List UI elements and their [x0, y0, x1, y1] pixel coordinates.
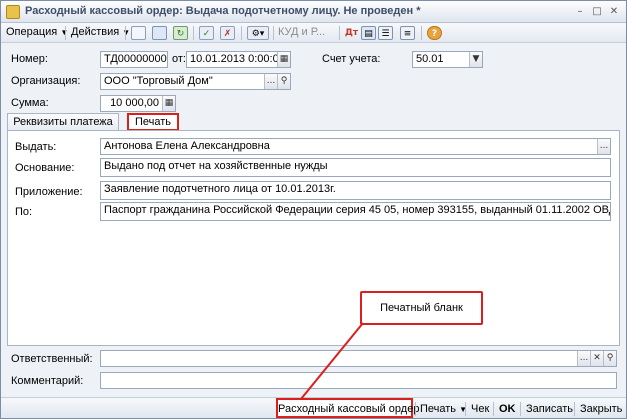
comment-label: Комментарий: [11, 375, 84, 387]
maximize-icon[interactable]: □ [590, 5, 604, 19]
toolbar-separator [273, 26, 274, 40]
cash-order-print-button[interactable]: Расходный кассовый ордер [276, 398, 419, 418]
sum-value: 10 000,00 [110, 97, 159, 109]
select-ellipsis-icon[interactable]: ... [597, 139, 610, 154]
account-select[interactable]: 50.01 ▼ [412, 51, 483, 68]
search-icon[interactable]: ⚲ [277, 74, 290, 89]
bottom-separator [493, 402, 494, 416]
comment-field[interactable] [100, 372, 617, 389]
operation-menu[interactable]: Операция ▼ [6, 26, 68, 40]
toolbar: Операция ▼ Действия ▼ ↻ ✓ ✗ ⚙▾ КУД и Р..… [1, 23, 626, 43]
chevron-down-icon[interactable]: ▼ [469, 52, 482, 67]
ok-button[interactable]: OK [499, 401, 516, 417]
unpost-document-icon[interactable]: ✗ [220, 26, 235, 40]
organization-field[interactable]: ООО "Торговый Дом" ... ⚲ [100, 73, 291, 90]
select-ellipsis-icon[interactable]: ... [577, 351, 590, 366]
dropdown-arrow-icon: ▼ [122, 28, 131, 37]
select-ellipsis-icon[interactable]: ... [264, 74, 277, 89]
actions-menu[interactable]: Действия ▼ [71, 26, 130, 40]
organization-value: ООО "Торговый Дом" [104, 75, 213, 87]
date-label: от: [172, 53, 186, 65]
check-button[interactable]: Чек [471, 401, 489, 417]
settings-icon[interactable]: ⚙▾ [247, 26, 269, 40]
issue-value: Антонова Елена Александровна [104, 140, 270, 152]
print-form-callout: Печатный бланк [360, 291, 483, 325]
toolbar-separator [421, 26, 422, 40]
actions-menu-label: Действия [71, 26, 120, 38]
issue-label: Выдать: [15, 141, 57, 153]
sum-field[interactable]: 10 000,00 ▦ [100, 95, 176, 112]
calendar-icon[interactable]: ▦ [277, 52, 290, 67]
kudir-menu[interactable]: КУД и Р... [278, 26, 325, 40]
list-icon[interactable]: ≡ [400, 26, 415, 40]
close-icon[interactable]: ✕ [607, 5, 621, 19]
bottom-separator [520, 402, 521, 416]
toolbar-separator [241, 26, 242, 40]
window-title: Расходный кассовый ордер: Выдача подотче… [25, 5, 421, 17]
by-label: По: [15, 206, 33, 218]
minimize-icon[interactable]: – [573, 5, 587, 19]
by-field[interactable]: Паспорт гражданина Российской Федерации … [100, 202, 611, 221]
tab-payment-details[interactable]: Реквизиты платежа [7, 113, 119, 131]
title-bar[interactable]: Расходный кассовый ордер: Выдача подотче… [1, 1, 626, 23]
bottom-separator [574, 402, 575, 416]
tab-print[interactable]: Печать [127, 113, 179, 131]
document-window: Расходный кассовый ордер: Выдача подотче… [0, 0, 627, 419]
basis-label: Основание: [15, 162, 75, 174]
refresh-icon[interactable]: ↻ [173, 26, 188, 40]
responsible-field[interactable]: ... ✕ ⚲ [100, 350, 617, 367]
account-value: 50.01 [416, 53, 444, 65]
close-button[interactable]: Закрыть [580, 401, 622, 417]
save-button[interactable]: Записать [526, 401, 573, 417]
toolbar-separator [339, 26, 340, 40]
print-menu-label: Печать [420, 403, 457, 415]
document-icon [6, 5, 20, 19]
add-icon[interactable] [131, 26, 146, 40]
toolbar-separator [193, 26, 194, 40]
operation-menu-label: Операция [6, 26, 58, 38]
bottom-bar: Расходный кассовый ордер Печать ▼ Чек OK… [1, 397, 626, 418]
issue-field[interactable]: Антонова Елена Александровна ... [100, 138, 611, 155]
bottom-separator [415, 402, 416, 416]
post-document-icon[interactable]: ✓ [199, 26, 214, 40]
basis-field[interactable]: Выдано под отчет на хозяйственные нужды [100, 158, 611, 177]
attachment-field[interactable]: Заявление подотчетного лица от 10.01.201… [100, 181, 611, 200]
toolbar-separator [65, 26, 66, 40]
responsible-label: Ответственный: [11, 353, 93, 365]
clear-icon[interactable]: ✕ [590, 351, 603, 366]
account-label: Счет учета: [322, 53, 381, 65]
date-value: 10.01.2013 0:00:00 [190, 53, 285, 65]
print-menu-button[interactable]: Печать ▼ [420, 401, 467, 417]
debit-credit-icon[interactable]: Дт [344, 26, 359, 40]
date-field[interactable]: 10.01.2013 0:00:00 ▦ [186, 51, 291, 68]
organization-label: Организация: [11, 75, 81, 87]
copy-icon[interactable] [152, 26, 167, 40]
number-label: Номер: [11, 53, 48, 65]
attachment-label: Приложение: [15, 186, 83, 198]
document-journal-icon[interactable]: ☰ [378, 26, 393, 40]
structure-icon[interactable]: ▤ [361, 26, 376, 40]
toolbar-separator [125, 26, 126, 40]
help-icon[interactable]: ? [427, 26, 442, 40]
bottom-separator [465, 402, 466, 416]
number-field[interactable]: ТД000000002 [100, 51, 168, 68]
search-icon[interactable]: ⚲ [603, 351, 616, 366]
sum-label: Сумма: [11, 97, 49, 109]
calculator-icon[interactable]: ▦ [162, 96, 175, 111]
